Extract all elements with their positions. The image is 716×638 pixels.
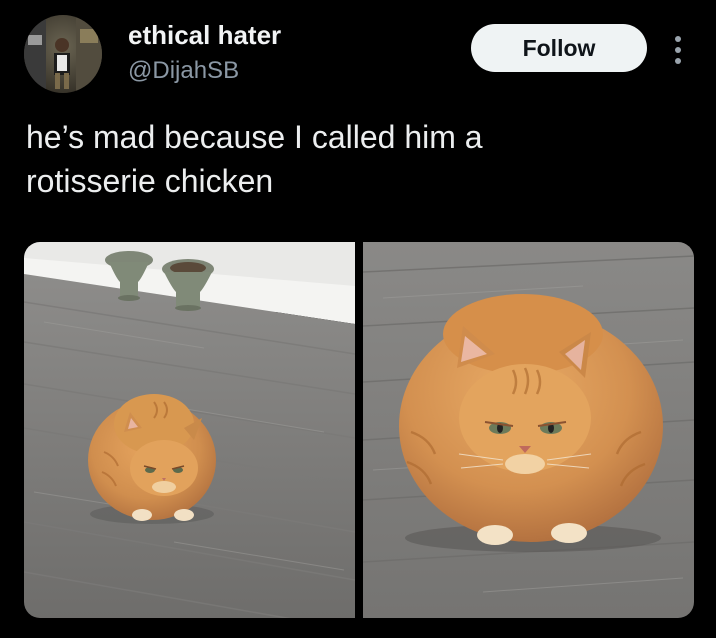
avatar-image — [24, 15, 102, 93]
more-vertical-icon — [675, 36, 681, 64]
tweet-text: he’s mad because I called him a rotisser… — [26, 115, 666, 203]
cat-photo-far-image — [24, 242, 355, 618]
tweet-text-line: he’s mad because I called him a — [26, 119, 483, 155]
cat-photo-close-image — [363, 242, 694, 618]
user-handle[interactable]: @DijahSB — [128, 57, 239, 85]
tweet-text-line: rotisserie chicken — [26, 163, 274, 199]
media-grid — [24, 242, 694, 618]
more-options-button[interactable] — [666, 30, 690, 70]
display-name[interactable]: ethical hater — [128, 20, 281, 51]
cat-photo-far[interactable] — [24, 242, 355, 618]
cat-photo-close[interactable] — [363, 242, 694, 618]
follow-button[interactable]: Follow — [471, 24, 647, 72]
avatar[interactable] — [24, 15, 102, 93]
